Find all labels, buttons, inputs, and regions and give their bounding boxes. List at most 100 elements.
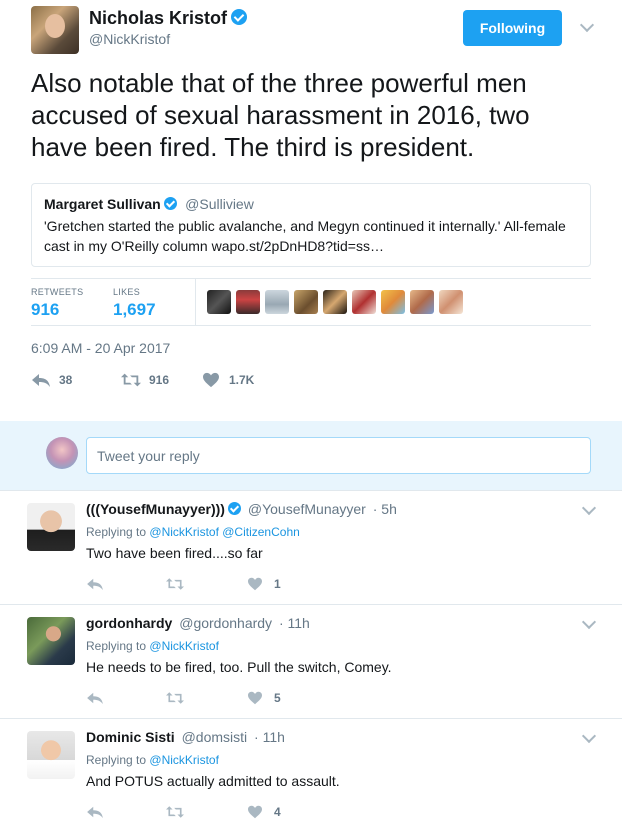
heart-icon: [203, 372, 219, 388]
retweet-count: 916: [149, 373, 170, 387]
chevron-down-icon[interactable]: [580, 20, 594, 34]
liker-avatar[interactable]: [381, 290, 405, 314]
like-count: 1: [274, 577, 281, 591]
retweet-action[interactable]: [166, 577, 246, 591]
verified-icon: [231, 9, 248, 25]
reply-author-handle[interactable]: @gordonhardy: [179, 615, 272, 631]
verified-icon: [227, 502, 241, 515]
chevron-down-icon[interactable]: [582, 617, 596, 631]
reply-author-avatar[interactable]: [27, 731, 75, 779]
reply-action[interactable]: [86, 805, 166, 819]
retweet-action[interactable]: 916: [121, 372, 201, 388]
reply-mentions[interactable]: @NickKristof: [149, 753, 219, 767]
likes-label: LIKES: [113, 287, 141, 297]
like-action[interactable]: 1.7K: [201, 372, 254, 388]
current-user-avatar: [46, 437, 78, 469]
reply-item[interactable]: Dominic Sisti @domsisti · 11h Replying t…: [0, 719, 622, 828]
reply-actions: 4: [86, 805, 281, 819]
reply-header: (((YousefMunayyer))) @YousefMunayyer · 5…: [86, 501, 397, 517]
reply-time[interactable]: · 5h: [373, 501, 397, 517]
reply-action[interactable]: [86, 691, 166, 705]
reply-author-handle[interactable]: @YousefMunayyer: [248, 501, 366, 517]
replying-to: Replying to @NickKristof: [86, 639, 219, 653]
quote-text: 'Gretchen started the public avalanche, …: [44, 218, 566, 254]
author-avatar[interactable]: [31, 6, 79, 54]
reply-author-name[interactable]: gordonhardy: [86, 615, 172, 631]
reply-text: And POTUS actually admitted to assault.: [86, 773, 340, 789]
reply-time[interactable]: · 11h: [254, 729, 285, 745]
reply-author-avatar[interactable]: [27, 617, 75, 665]
reply-actions: 1: [86, 577, 281, 591]
retweet-action[interactable]: [166, 691, 246, 705]
replying-to: Replying to @NickKristof: [86, 753, 219, 767]
retweet-icon: [166, 806, 184, 818]
reply-item[interactable]: (((YousefMunayyer))) @YousefMunayyer · 5…: [0, 491, 622, 605]
chevron-down-icon[interactable]: [582, 731, 596, 745]
retweets-count: 916: [31, 300, 60, 319]
author-name[interactable]: Nicholas Kristof: [89, 8, 248, 29]
liker-avatar[interactable]: [207, 290, 231, 314]
liker-avatar[interactable]: [294, 290, 318, 314]
retweet-icon: [166, 692, 184, 704]
reply-author-name[interactable]: (((YousefMunayyer))): [86, 501, 225, 517]
like-action[interactable]: 1: [246, 577, 281, 591]
following-button[interactable]: Following: [463, 10, 562, 46]
author-name-text[interactable]: Nicholas Kristof: [89, 8, 227, 28]
reply-icon: [87, 806, 103, 819]
like-count: 1.7K: [229, 373, 255, 387]
reply-mentions[interactable]: @NickKristof @CitizenCohn: [149, 525, 299, 539]
heart-icon: [248, 577, 262, 591]
like-action[interactable]: 4: [246, 805, 281, 819]
quote-author-name: Margaret Sullivan: [44, 196, 161, 212]
reply-text: He needs to be fired, too. Pull the swit…: [86, 659, 392, 675]
tweet-header: Nicholas Kristof @NickKristof Following: [31, 6, 611, 56]
reply-text: Two have been fired....so far: [86, 545, 263, 561]
reply-icon: [32, 374, 50, 387]
heart-icon: [248, 691, 262, 705]
reply-author-avatar[interactable]: [27, 503, 75, 551]
replying-to-label: Replying to: [86, 753, 147, 767]
liker-avatar[interactable]: [236, 290, 260, 314]
liker-avatar[interactable]: [352, 290, 376, 314]
replying-to-label: Replying to: [86, 525, 147, 539]
retweets-stat[interactable]: RETWEETS 916: [31, 287, 83, 320]
replying-to: Replying to @NickKristof @CitizenCohn: [86, 525, 300, 539]
quote-author-handle: @Sulliview: [185, 196, 254, 212]
reply-icon: [87, 692, 103, 705]
liker-avatars: [207, 290, 463, 314]
tweet-text: Also notable that of the three powerful …: [31, 68, 530, 162]
reply-author-name[interactable]: Dominic Sisti: [86, 729, 175, 745]
reply-header: gordonhardy @gordonhardy · 11h: [86, 615, 310, 631]
reply-header: Dominic Sisti @domsisti · 11h: [86, 729, 285, 745]
reply-action[interactable]: [86, 577, 166, 591]
reply-input[interactable]: Tweet your reply: [86, 437, 591, 474]
likes-stat[interactable]: LIKES 1,697: [113, 287, 156, 320]
verified-icon: [163, 197, 177, 210]
replying-to-label: Replying to: [86, 639, 147, 653]
reply-author-handle[interactable]: @domsisti: [182, 729, 248, 745]
tweet-actions: 38 916 1.7K: [31, 370, 254, 390]
like-count: 4: [274, 805, 281, 819]
author-handle[interactable]: @NickKristof: [89, 31, 170, 47]
liker-avatar[interactable]: [439, 290, 463, 314]
like-action[interactable]: 5: [246, 691, 281, 705]
reply-item[interactable]: gordonhardy @gordonhardy · 11h Replying …: [0, 605, 622, 719]
tweet-stats: RETWEETS 916 LIKES 1,697: [31, 278, 591, 326]
reply-count: 38: [59, 373, 73, 387]
liker-avatar[interactable]: [323, 290, 347, 314]
retweet-icon: [121, 373, 141, 387]
stats-divider: [195, 279, 196, 325]
liker-avatar[interactable]: [410, 290, 434, 314]
reply-composer: Tweet your reply: [0, 421, 622, 491]
reply-mentions[interactable]: @NickKristof: [149, 639, 219, 653]
reply-time[interactable]: · 11h: [279, 615, 310, 631]
retweets-label: RETWEETS: [31, 287, 84, 297]
chevron-down-icon[interactable]: [582, 503, 596, 517]
retweet-icon: [166, 578, 184, 590]
heart-icon: [248, 805, 262, 819]
liker-avatar[interactable]: [265, 290, 289, 314]
retweet-action[interactable]: [166, 805, 246, 819]
tweet-timestamp[interactable]: 6:09 AM - 20 Apr 2017: [31, 340, 170, 356]
reply-action[interactable]: 38: [31, 372, 121, 388]
quoted-tweet[interactable]: Margaret Sullivan @Sulliview 'Gretchen s…: [31, 183, 591, 267]
